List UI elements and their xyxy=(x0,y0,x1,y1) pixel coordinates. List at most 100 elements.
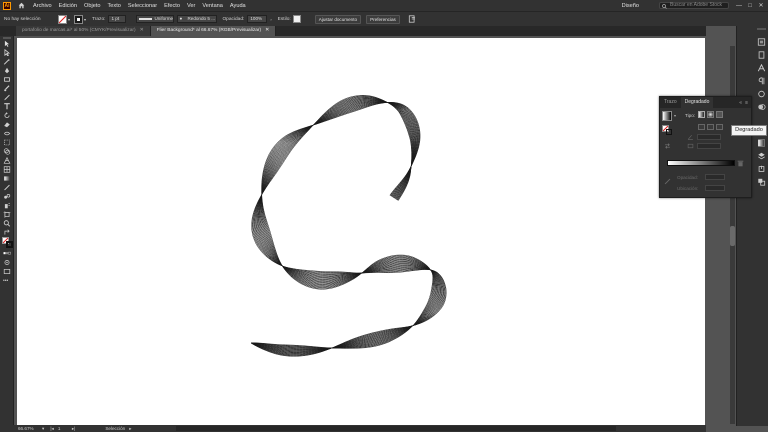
fill-dropdown-icon[interactable]: ▾ xyxy=(68,17,70,22)
blend-tool-icon[interactable] xyxy=(3,193,11,200)
asset-export-icon[interactable] xyxy=(757,165,766,173)
zoom-tool-icon[interactable] xyxy=(3,220,11,227)
type-tool-icon[interactable] xyxy=(3,103,11,110)
drawing-mode-icon[interactable] xyxy=(3,259,11,266)
opacity-field[interactable]: 100% xyxy=(247,15,268,23)
linear-gradient-button[interactable] xyxy=(698,111,705,118)
workspace-switcher[interactable]: Diseño xyxy=(622,3,639,9)
paragraph-icon[interactable] xyxy=(757,77,766,85)
brush-definition[interactable]: ● Redondo 5 ... xyxy=(177,15,218,23)
scrollbar-thumb[interactable] xyxy=(730,226,735,246)
menu-texto[interactable]: Texto xyxy=(108,3,121,9)
stop-opacity-field[interactable] xyxy=(705,174,725,180)
zoom-level[interactable]: 66.67% xyxy=(18,426,38,431)
stroke-gradient-option-1[interactable] xyxy=(698,124,705,130)
first-artboard-icon[interactable]: |◂ xyxy=(50,426,54,432)
artboard-tool-icon[interactable] xyxy=(3,211,11,218)
delete-stop-icon[interactable] xyxy=(737,160,744,167)
artboard[interactable] xyxy=(17,38,705,426)
document-setup-button[interactable]: Ajustar documento xyxy=(314,14,362,24)
stroke-dropdown-icon[interactable]: ▾ xyxy=(84,17,86,22)
stroke-gradient-option-3[interactable] xyxy=(716,124,723,130)
free-transform-tool-icon[interactable] xyxy=(3,139,11,146)
mesh-tool-icon[interactable] xyxy=(3,166,11,173)
maximize-button[interactable]: □ xyxy=(746,3,754,9)
character-icon[interactable] xyxy=(757,64,766,72)
artboard-number[interactable]: 1 xyxy=(58,426,68,431)
graphic-style-swatch[interactable] xyxy=(292,15,301,23)
libraries-icon[interactable] xyxy=(757,51,766,59)
gradient-slider[interactable] xyxy=(667,160,735,166)
screen-mode-icon[interactable] xyxy=(3,268,11,275)
stroke-color-swatch[interactable] xyxy=(6,241,13,248)
pencil-tool-icon[interactable] xyxy=(3,94,11,101)
angle-field[interactable] xyxy=(697,134,721,140)
stop-location-field[interactable] xyxy=(705,185,725,191)
panel-grip[interactable] xyxy=(3,37,11,39)
freeform-gradient-button[interactable] xyxy=(716,111,723,118)
close-window-button[interactable]: ✕ xyxy=(757,2,765,9)
menu-ayuda[interactable]: Ayuda xyxy=(230,3,246,9)
fill-swatch[interactable] xyxy=(58,14,67,24)
artboards-icon[interactable] xyxy=(757,178,766,186)
eyedropper-tool-icon[interactable] xyxy=(3,184,11,191)
selection-tool-icon[interactable] xyxy=(3,40,11,47)
perspective-grid-tool-icon[interactable] xyxy=(3,157,11,164)
preferences-button[interactable]: Preferencias xyxy=(366,14,400,24)
collapse-panel-icon[interactable]: « xyxy=(739,100,742,106)
menu-objeto[interactable]: Objeto xyxy=(84,3,100,9)
adobe-stock-search-input[interactable]: Buscar en Adobe Stock xyxy=(659,2,729,9)
gradient-panel-icon[interactable] xyxy=(757,139,766,147)
zoom-dropdown-icon[interactable]: ▾ xyxy=(42,426,44,432)
paintbrush-tool-icon[interactable] xyxy=(3,85,11,92)
symbol-sprayer-tool-icon[interactable] xyxy=(3,202,11,209)
dock-grip[interactable] xyxy=(757,28,766,30)
properties-icon[interactable] xyxy=(757,38,766,46)
more-tools-icon[interactable]: ••• xyxy=(3,279,11,284)
close-icon[interactable]: ✕ xyxy=(265,28,269,33)
menu-edicion[interactable]: Edición xyxy=(59,3,77,9)
rectangle-tool-icon[interactable] xyxy=(3,76,11,83)
layers-icon[interactable] xyxy=(757,152,766,160)
opacity-dropdown-icon[interactable]: › xyxy=(270,17,271,22)
next-artboard-icon[interactable]: ▸| xyxy=(72,426,76,432)
tab-flier-background[interactable]: Flier Background* al 66.67% (RGB/Previsu… xyxy=(150,26,277,36)
stroke-weight-field[interactable]: 1 pt xyxy=(108,15,127,23)
gradient-tool-icon[interactable] xyxy=(3,175,11,182)
home-icon[interactable] xyxy=(18,2,25,9)
menu-ventana[interactable]: Ventana xyxy=(202,3,223,9)
variable-width-profile[interactable]: Uniforme xyxy=(136,15,175,23)
gradient-preview-swatch[interactable] xyxy=(662,111,672,121)
ribbon-artwork[interactable] xyxy=(17,38,705,426)
tab-degradado[interactable]: Degradado xyxy=(680,97,714,108)
menu-archivo[interactable]: Archivo xyxy=(33,3,52,9)
color-mode-icons[interactable] xyxy=(3,250,11,257)
panel-stroke-swatch[interactable] xyxy=(666,129,672,135)
horizontal-scrollbar[interactable] xyxy=(175,426,616,431)
opentype-icon[interactable] xyxy=(757,90,766,98)
status-arrow-icon[interactable]: ▸ xyxy=(129,426,131,432)
menu-efecto[interactable]: Efecto xyxy=(164,3,180,9)
magic-wand-tool-icon[interactable] xyxy=(3,58,11,65)
rotate-tool-icon[interactable] xyxy=(3,112,11,119)
pen-tool-icon[interactable] xyxy=(3,67,11,74)
eraser-tool-icon[interactable] xyxy=(3,121,11,128)
width-tool-icon[interactable] xyxy=(3,130,11,137)
tab-portafolio[interactable]: portafolio de marcas.ai* al 50% (CMYK/Pr… xyxy=(16,26,151,36)
panel-menu-icon[interactable]: ≡ xyxy=(745,100,748,106)
tab-trazo[interactable]: Trazo xyxy=(660,97,681,108)
stroke-swatch[interactable] xyxy=(74,14,84,24)
stroke-gradient-option-2[interactable] xyxy=(707,124,714,130)
shape-builder-tool-icon[interactable] xyxy=(3,148,11,155)
aspect-ratio-field[interactable] xyxy=(697,143,721,149)
arrange-documents-icon[interactable] xyxy=(408,15,417,23)
menu-seleccionar[interactable]: Seleccionar xyxy=(128,3,157,9)
swap-fill-stroke-icon[interactable] xyxy=(3,229,11,236)
direct-selection-tool-icon[interactable] xyxy=(3,49,11,56)
minimize-button[interactable]: — xyxy=(735,3,743,9)
color-icon[interactable] xyxy=(757,103,766,111)
panel-eyedropper-icon[interactable] xyxy=(664,178,671,185)
close-icon[interactable]: ✕ xyxy=(140,28,144,33)
menu-ver[interactable]: Ver xyxy=(187,3,195,9)
radial-gradient-button[interactable] xyxy=(707,111,714,118)
